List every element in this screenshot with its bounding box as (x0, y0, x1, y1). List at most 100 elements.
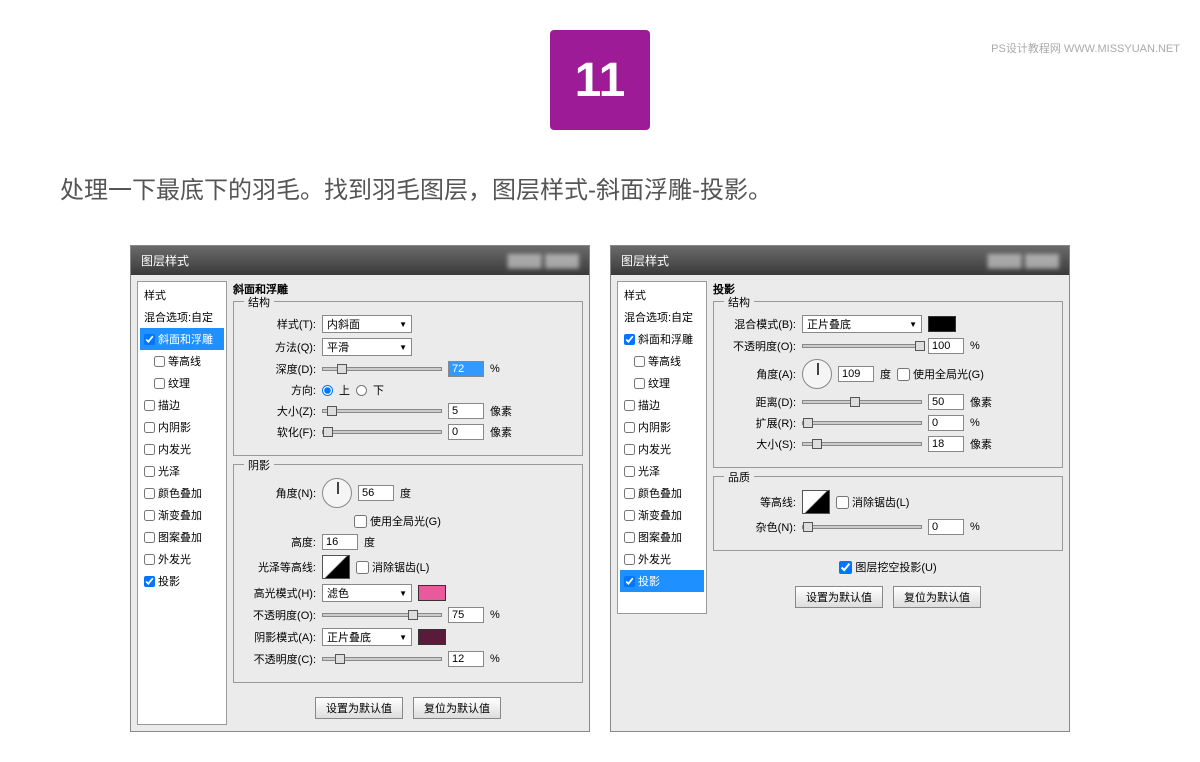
sidebar-item-outer-glow[interactable]: 外发光 (620, 548, 704, 570)
size-input[interactable]: 5 (448, 403, 484, 419)
sidebar-item-inner-glow[interactable]: 内发光 (620, 438, 704, 460)
checkbox[interactable] (144, 334, 155, 345)
checkbox[interactable] (154, 378, 165, 389)
checkbox[interactable] (634, 356, 645, 367)
distance-label: 距离(D): (724, 394, 796, 410)
unit: 像素 (490, 424, 512, 440)
spread-slider[interactable] (802, 421, 922, 425)
sidebar-item-inner-glow[interactable]: 内发光 (140, 438, 224, 460)
highlight-color-swatch[interactable] (418, 585, 446, 601)
sidebar-item-pattern-overlay[interactable]: 图案叠加 (140, 526, 224, 548)
soften-slider[interactable] (322, 430, 442, 434)
size-slider[interactable] (322, 409, 442, 413)
checkbox[interactable] (624, 422, 635, 433)
sidebar-item-stroke[interactable]: 描边 (620, 394, 704, 416)
antialias-checkbox[interactable] (356, 561, 369, 574)
sidebar-item-satin[interactable]: 光泽 (140, 460, 224, 482)
sidebar-item-stroke[interactable]: 描边 (140, 394, 224, 416)
checkbox[interactable] (154, 356, 165, 367)
highlight-op-input[interactable]: 75 (448, 607, 484, 623)
opacity-slider[interactable] (802, 344, 922, 348)
antialias-checkbox[interactable] (836, 496, 849, 509)
checkbox[interactable] (144, 422, 155, 433)
sidebar-item-gradient-overlay[interactable]: 渐变叠加 (620, 504, 704, 526)
checkbox[interactable] (144, 488, 155, 499)
checkbox[interactable] (624, 554, 635, 565)
checkbox[interactable] (144, 444, 155, 455)
angle-dial[interactable] (802, 359, 832, 389)
method-dropdown[interactable]: 平滑 (322, 338, 412, 356)
angle-dial[interactable] (322, 478, 352, 508)
section-title: 投影 (713, 281, 1063, 297)
shadow-op-slider[interactable] (322, 657, 442, 661)
checkbox[interactable] (624, 400, 635, 411)
angle-input[interactable]: 56 (358, 485, 394, 501)
reset-default-button[interactable]: 复位为默认值 (893, 586, 981, 608)
distance-slider[interactable] (802, 400, 922, 404)
contour-picker[interactable] (802, 490, 830, 514)
blend-mode-dropdown[interactable]: 正片叠底 (802, 315, 922, 333)
global-light-checkbox[interactable] (354, 515, 367, 528)
style-dropdown[interactable]: 内斜面 (322, 315, 412, 333)
depth-slider[interactable] (322, 367, 442, 371)
sidebar-item-inner-shadow[interactable]: 内阴影 (140, 416, 224, 438)
checkbox[interactable] (624, 334, 635, 345)
sidebar-item-color-overlay[interactable]: 颜色叠加 (140, 482, 224, 504)
shadow-mode-dropdown[interactable]: 正片叠底 (322, 628, 412, 646)
set-default-button[interactable]: 设置为默认值 (795, 586, 883, 608)
sidebar-item-gradient-overlay[interactable]: 渐变叠加 (140, 504, 224, 526)
shadow-color-swatch[interactable] (418, 629, 446, 645)
dir-down-radio[interactable] (356, 385, 367, 396)
global-light-checkbox[interactable] (897, 368, 910, 381)
sidebar-item-bevel[interactable]: 斜面和浮雕 (620, 328, 704, 350)
contour-picker[interactable] (322, 555, 350, 579)
soften-input[interactable]: 0 (448, 424, 484, 440)
distance-input[interactable]: 50 (928, 394, 964, 410)
checkbox[interactable] (144, 400, 155, 411)
angle-input[interactable]: 109 (838, 366, 874, 382)
checkbox[interactable] (144, 576, 155, 587)
dir-up-radio[interactable] (322, 385, 333, 396)
size-slider[interactable] (802, 442, 922, 446)
reset-default-button[interactable]: 复位为默认值 (413, 697, 501, 719)
noise-slider[interactable] (802, 525, 922, 529)
sidebar-item-inner-shadow[interactable]: 内阴影 (620, 416, 704, 438)
sidebar-item-texture[interactable]: 纹理 (620, 372, 704, 394)
opacity-input[interactable]: 100 (928, 338, 964, 354)
sidebar-item-contour[interactable]: 等高线 (620, 350, 704, 372)
size-input[interactable]: 18 (928, 436, 964, 452)
sidebar-blend[interactable]: 混合选项:自定 (140, 306, 224, 328)
checkbox[interactable] (624, 444, 635, 455)
noise-input[interactable]: 0 (928, 519, 964, 535)
sidebar-item-texture[interactable]: 纹理 (140, 372, 224, 394)
shadow-color-swatch[interactable] (928, 316, 956, 332)
shading-group: 阴影 角度(N):56度 使用全局光(G) 高度:16度 光泽等高线:消除锯齿(… (233, 464, 583, 683)
sidebar-item-satin[interactable]: 光泽 (620, 460, 704, 482)
checkbox[interactable] (624, 488, 635, 499)
sidebar-item-contour[interactable]: 等高线 (140, 350, 224, 372)
sidebar-item-drop-shadow[interactable]: 投影 (620, 570, 704, 592)
checkbox[interactable] (624, 466, 635, 477)
sidebar-item-pattern-overlay[interactable]: 图案叠加 (620, 526, 704, 548)
checkbox[interactable] (144, 510, 155, 521)
checkbox[interactable] (144, 532, 155, 543)
sidebar-blend[interactable]: 混合选项:自定 (620, 306, 704, 328)
sidebar-item-color-overlay[interactable]: 颜色叠加 (620, 482, 704, 504)
spread-input[interactable]: 0 (928, 415, 964, 431)
knockout-checkbox[interactable] (839, 561, 852, 574)
sidebar-item-bevel[interactable]: 斜面和浮雕 (140, 328, 224, 350)
checkbox[interactable] (624, 576, 635, 587)
checkbox[interactable] (634, 378, 645, 389)
checkbox[interactable] (624, 510, 635, 521)
highlight-mode-dropdown[interactable]: 滤色 (322, 584, 412, 602)
shadow-op-input[interactable]: 12 (448, 651, 484, 667)
checkbox[interactable] (144, 554, 155, 565)
depth-input[interactable]: 72 (448, 361, 484, 377)
sidebar-item-outer-glow[interactable]: 外发光 (140, 548, 224, 570)
checkbox[interactable] (624, 532, 635, 543)
sidebar-item-drop-shadow[interactable]: 投影 (140, 570, 224, 592)
highlight-op-slider[interactable] (322, 613, 442, 617)
altitude-input[interactable]: 16 (322, 534, 358, 550)
checkbox[interactable] (144, 466, 155, 477)
set-default-button[interactable]: 设置为默认值 (315, 697, 403, 719)
